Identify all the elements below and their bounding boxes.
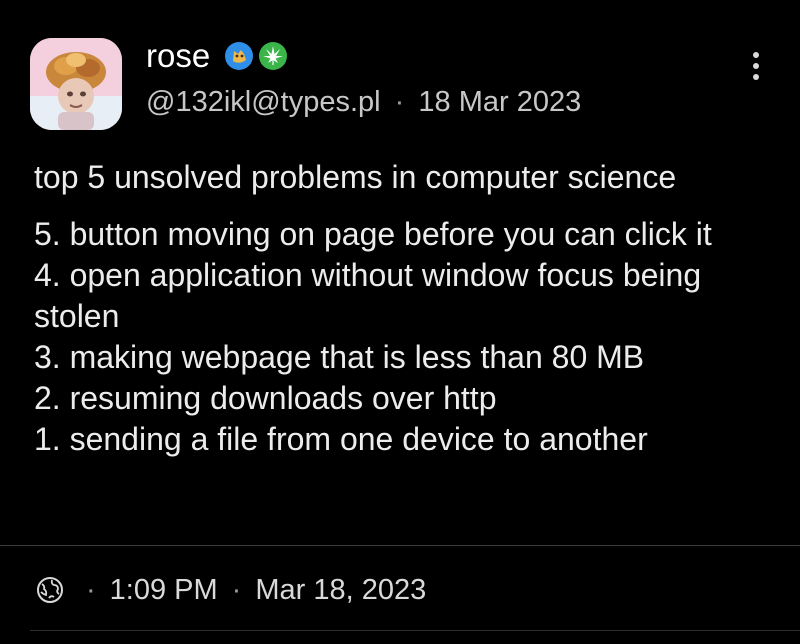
badges xyxy=(224,41,288,71)
display-name-row[interactable]: rose xyxy=(146,34,288,78)
more-icon-dot xyxy=(753,63,759,69)
meta-separator: · xyxy=(231,573,242,606)
meta-separator: · xyxy=(86,573,96,606)
list-item: 5. button moving on page before you can … xyxy=(34,216,712,252)
post-meta: · 1:09 PM · Mar 18, 2023 xyxy=(34,568,426,612)
divider xyxy=(30,630,800,631)
post-date[interactable]: Mar 18, 2023 xyxy=(255,574,426,607)
divider xyxy=(0,545,800,546)
more-options-button[interactable] xyxy=(740,44,772,88)
author-handle[interactable]: @132ikl@types.pl xyxy=(146,86,381,118)
more-icon-dot xyxy=(753,52,759,58)
more-icon-dot xyxy=(753,74,759,80)
handle-date-separator: · xyxy=(394,86,405,118)
cannabis-leaf-badge-icon xyxy=(258,41,288,71)
list-item: 3. making webpage that is less than 80 M… xyxy=(34,339,645,375)
globe-icon[interactable] xyxy=(34,574,66,606)
post-date-short[interactable]: 18 Mar 2023 xyxy=(418,86,581,118)
post-list: 5. button moving on page before you can … xyxy=(34,214,774,460)
post-time[interactable]: 1:09 PM xyxy=(110,574,218,607)
post-intro: top 5 unsolved problems in computer scie… xyxy=(34,159,677,195)
display-name[interactable]: rose xyxy=(146,34,210,78)
avatar[interactable] xyxy=(30,38,122,130)
post-body: top 5 unsolved problems in computer scie… xyxy=(34,157,774,460)
handle-and-date: @132ikl@types.pl · 18 Mar 2023 xyxy=(146,82,581,122)
avatar-image xyxy=(30,38,122,130)
doge-badge-icon xyxy=(224,41,254,71)
list-item: 1. sending a file from one device to ano… xyxy=(34,421,648,457)
list-item: 2. resuming downloads over http xyxy=(34,380,497,416)
list-item: 4. open application without window focus… xyxy=(34,257,702,334)
